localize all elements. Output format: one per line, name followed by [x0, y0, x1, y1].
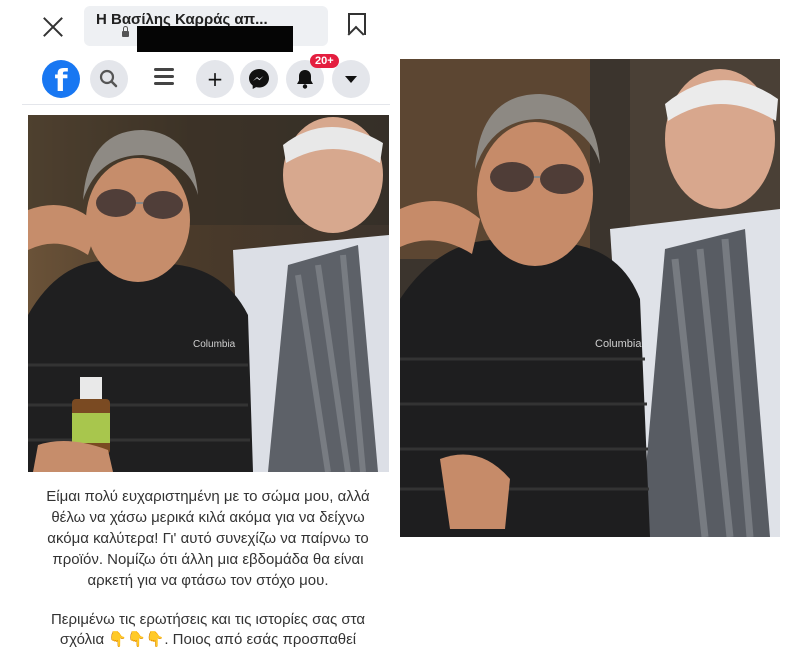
menu-icon[interactable]	[154, 68, 174, 86]
phone-screenshot: Η Βασίλης Καρράς απ... f + 20+ Columbia …	[22, 0, 390, 650]
facebook-logo-icon[interactable]: f	[42, 60, 80, 98]
post-caption-continued: Περιμένω τις ερωτήσεις και τις ιστορίες …	[50, 611, 366, 648]
add-icon[interactable]: +	[196, 60, 234, 98]
caret-down-icon[interactable]	[332, 60, 370, 98]
lock-icon	[122, 26, 129, 37]
jacket-logo: Columbia	[595, 338, 642, 350]
facebook-navbar: f + 20+	[22, 52, 390, 105]
bookmark-icon[interactable]	[348, 13, 366, 35]
post-caption: Είμαι πολύ ευχαριστημένη με το σώμα μου,…	[46, 488, 370, 589]
search-icon[interactable]	[90, 60, 128, 98]
redaction-box	[137, 26, 293, 52]
messenger-icon[interactable]	[240, 60, 278, 98]
comparison-photo: Columbia	[400, 59, 780, 537]
close-icon[interactable]	[42, 16, 64, 38]
jacket-logo: Columbia	[193, 339, 236, 350]
post-photo: Columbia	[28, 115, 389, 472]
browser-topbar: Η Βασίλης Καρράς απ...	[22, 0, 390, 52]
